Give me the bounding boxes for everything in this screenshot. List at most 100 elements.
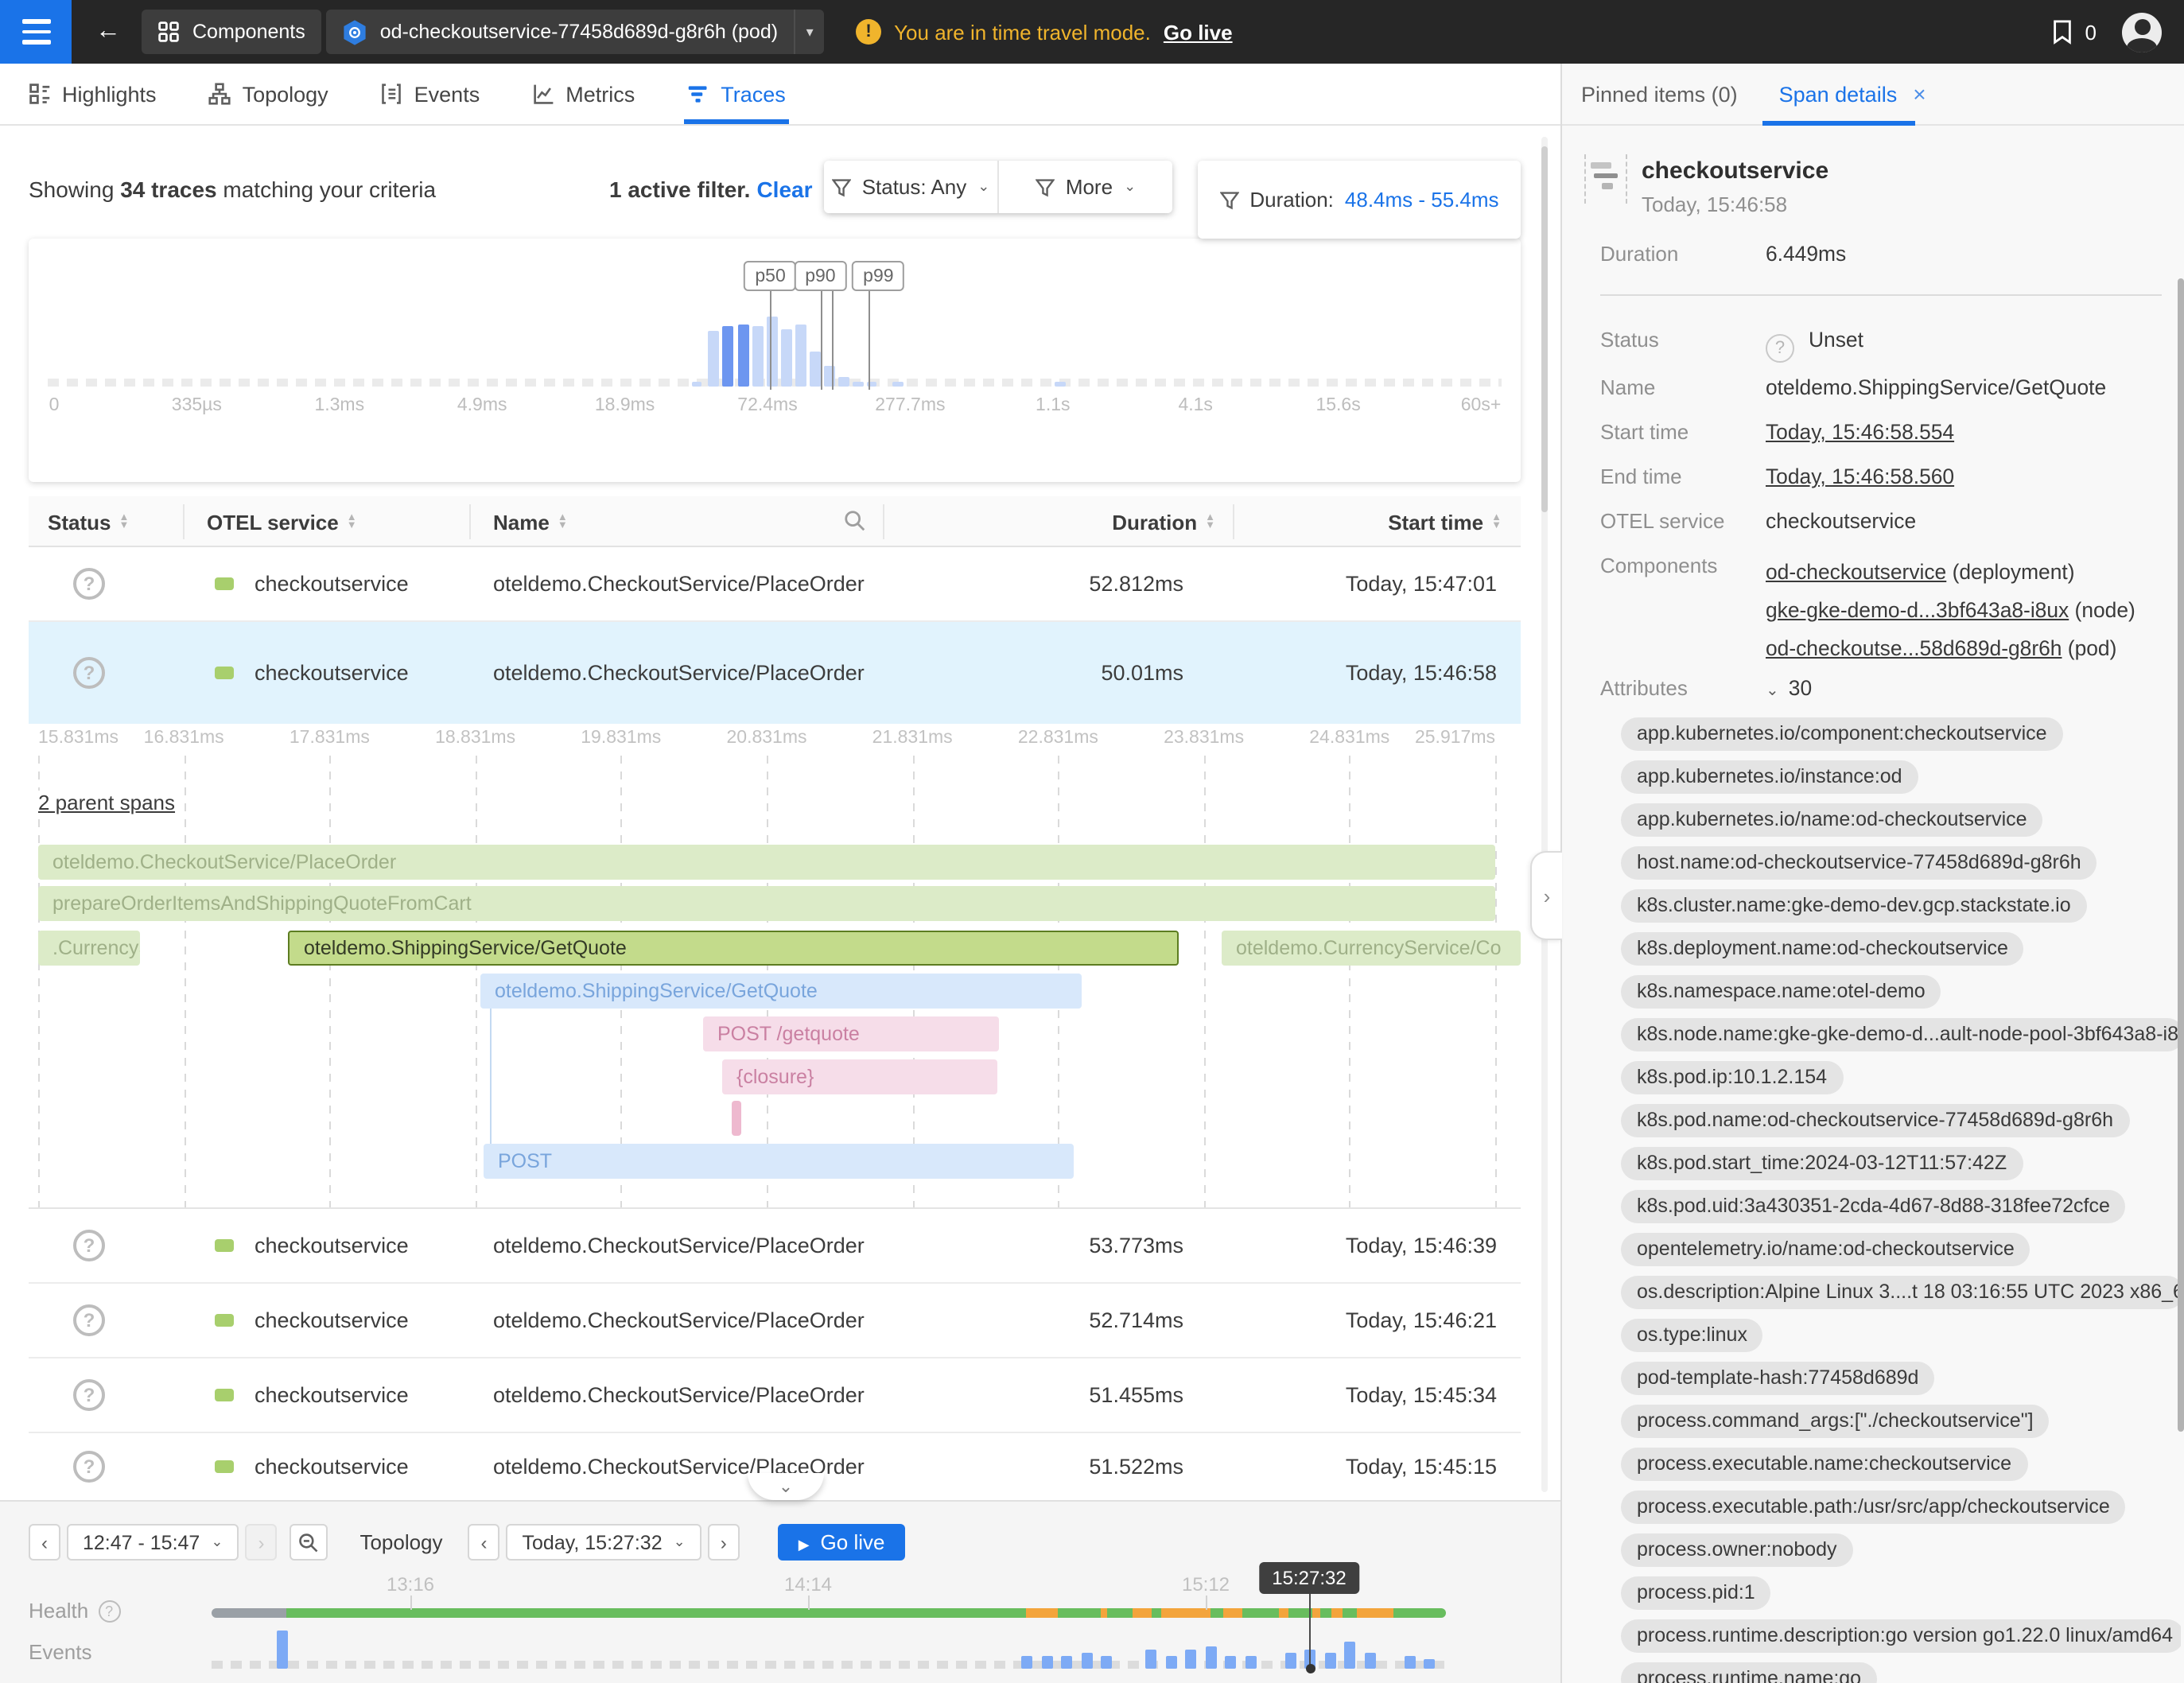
table-row[interactable]: checkoutservice oteldemo.CheckoutService… xyxy=(29,1358,1521,1433)
panel-scrollbar[interactable] xyxy=(2178,278,2184,1432)
tab-topology[interactable]: Topology xyxy=(209,64,328,124)
duration-filter[interactable]: Duration: 48.4ms - 55.4ms xyxy=(1198,161,1521,239)
event-bar[interactable] xyxy=(1042,1656,1053,1669)
event-bar[interactable] xyxy=(1101,1656,1112,1669)
histogram-bar[interactable] xyxy=(1055,382,1066,387)
waterfall-span[interactable]: oteldemo.ShippingService/GetQuote xyxy=(480,974,1082,1009)
histogram-bar[interactable] xyxy=(838,377,849,387)
table-row[interactable]: checkoutservice oteldemo.CheckoutService… xyxy=(29,1284,1521,1358)
parent-spans-link[interactable]: 2 parent spans xyxy=(38,791,185,814)
histogram-bar[interactable] xyxy=(723,326,733,387)
histogram-bar[interactable] xyxy=(781,329,791,387)
waterfall-span[interactable]: POST /getquote xyxy=(703,1016,999,1051)
waterfall-span[interactable]: POST xyxy=(484,1144,1074,1179)
sort-icon[interactable] xyxy=(119,514,129,530)
waterfall-span[interactable]: prepareOrderItemsAndShippingQuoteFromCar… xyxy=(38,886,1495,921)
tab-traces[interactable]: Traces xyxy=(687,64,786,124)
event-bar[interactable] xyxy=(1166,1656,1177,1669)
sort-icon[interactable] xyxy=(1491,514,1502,530)
histogram-bar[interactable] xyxy=(892,382,903,387)
tab-events[interactable]: Events xyxy=(381,64,480,124)
more-filters-dropdown[interactable]: More xyxy=(997,161,1172,213)
component-link-pod[interactable]: od-checkoutse...58d689d-g8r6h (pod) xyxy=(1766,636,2116,660)
waterfall-span[interactable]: oteldemo.CurrencyService/Co xyxy=(1222,931,1521,966)
table-row[interactable]: checkoutservice oteldemo.CheckoutService… xyxy=(29,1209,1521,1284)
close-icon[interactable] xyxy=(1913,81,1926,107)
histogram-bar[interactable] xyxy=(752,326,763,387)
event-bar[interactable] xyxy=(1424,1659,1435,1669)
main-scrollbar[interactable] xyxy=(1541,137,1548,1492)
histogram-bar[interactable] xyxy=(810,352,820,387)
entity-selector[interactable]: od-checkoutservice-77458d689d-g8r6h (pod… xyxy=(326,10,794,54)
datetime-select[interactable]: Today, 15:27:32 xyxy=(507,1524,701,1561)
current-time-marker[interactable] xyxy=(1309,1592,1311,1667)
event-bar[interactable] xyxy=(1082,1653,1093,1669)
event-bar[interactable] xyxy=(1405,1656,1416,1669)
tab-pinned-items[interactable]: Pinned items (0) xyxy=(1581,82,1738,106)
waterfall-span[interactable] xyxy=(732,1101,741,1136)
event-bar[interactable] xyxy=(1285,1653,1296,1669)
go-live-link[interactable]: Go live xyxy=(1164,20,1233,44)
tab-highlights[interactable]: Highlights xyxy=(29,64,157,124)
event-bar[interactable] xyxy=(1365,1653,1376,1669)
time-range-select[interactable]: 12:47 - 15:47 xyxy=(67,1524,239,1561)
event-bar[interactable] xyxy=(1246,1656,1257,1669)
sort-icon[interactable] xyxy=(558,514,568,530)
waterfall-span[interactable]: oteldemo.ShippingService/GetQuote xyxy=(288,931,1179,966)
event-bar[interactable] xyxy=(1145,1650,1156,1669)
histogram-bar[interactable] xyxy=(795,325,806,387)
event-bar[interactable] xyxy=(1185,1650,1196,1669)
entity-dropdown-caret-icon[interactable] xyxy=(794,10,824,54)
help-icon[interactable] xyxy=(98,1599,120,1622)
sort-icon[interactable] xyxy=(1205,514,1215,530)
event-bar[interactable] xyxy=(1225,1656,1236,1669)
status-filter-dropdown[interactable]: Status: Any xyxy=(824,161,997,213)
zoom-out-button[interactable] xyxy=(290,1524,328,1561)
user-avatar[interactable] xyxy=(2122,12,2162,52)
hamburger-menu-icon[interactable] xyxy=(0,0,72,64)
histogram-bar[interactable] xyxy=(767,317,777,387)
table-row-selected[interactable]: checkoutservice oteldemo.CheckoutService… xyxy=(29,622,1521,724)
search-icon[interactable] xyxy=(843,509,867,533)
column-header-otel-service[interactable]: OTEL service xyxy=(207,496,357,547)
histogram-bar[interactable] xyxy=(739,325,749,387)
event-bar[interactable] xyxy=(277,1631,288,1669)
tab-metrics[interactable]: Metrics xyxy=(532,64,635,124)
range-prev-button[interactable] xyxy=(29,1524,60,1561)
waterfall-span[interactable]: oteldemo.CheckoutService/PlaceOrder xyxy=(38,845,1495,880)
components-breadcrumb-button[interactable]: Components xyxy=(142,10,321,54)
waterfall-span[interactable]: {closure} xyxy=(722,1059,997,1094)
panel-expand-handle[interactable] xyxy=(1530,851,1562,940)
event-bar[interactable] xyxy=(1021,1656,1032,1669)
range-next-button[interactable] xyxy=(245,1524,277,1561)
column-header-start-time[interactable]: Start time xyxy=(1285,496,1502,547)
component-link-node[interactable]: gke-gke-demo-d...3bf643a8-i8ux (node) xyxy=(1766,598,2135,622)
time-step-back-button[interactable] xyxy=(468,1524,500,1561)
span-end-time-link[interactable]: Today, 15:46:58.560 xyxy=(1766,464,1954,488)
attributes-toggle[interactable]: 30 xyxy=(1766,676,1812,700)
health-timeline[interactable] xyxy=(212,1608,1446,1618)
event-bar[interactable] xyxy=(1061,1656,1072,1669)
event-bar[interactable] xyxy=(1344,1642,1355,1669)
span-start-time-link[interactable]: Today, 15:46:58.554 xyxy=(1766,420,1954,444)
pinned-items-indicator[interactable]: 0 xyxy=(2050,18,2097,45)
column-header-duration[interactable]: Duration xyxy=(1015,496,1215,547)
event-bar[interactable] xyxy=(1206,1646,1217,1669)
clear-filters-link[interactable]: Clear xyxy=(756,177,812,202)
go-live-button[interactable]: Go live xyxy=(778,1524,906,1561)
column-header-status[interactable]: Status xyxy=(48,496,129,547)
column-header-name[interactable]: Name xyxy=(493,496,568,547)
event-bar[interactable] xyxy=(1325,1653,1336,1669)
tab-span-details[interactable]: Span details xyxy=(1779,82,1898,106)
component-link-deployment[interactable]: od-checkoutservice (deployment) xyxy=(1766,560,2075,584)
sort-icon[interactable] xyxy=(347,514,357,530)
table-row[interactable]: checkoutservice oteldemo.CheckoutService… xyxy=(29,547,1521,622)
histogram-bar[interactable] xyxy=(853,382,863,387)
histogram-bar[interactable] xyxy=(709,331,719,387)
back-arrow-icon[interactable] xyxy=(95,17,121,46)
time-step-forward-button[interactable] xyxy=(708,1524,740,1561)
waterfall-span[interactable]: .CurrencyServ... xyxy=(38,931,140,966)
histogram-bar[interactable] xyxy=(691,382,701,387)
duration-histogram[interactable]: p50 p90 p99 0 335µs 1.3ms 4.9ms 18.9ms 7… xyxy=(29,239,1521,482)
events-timeline[interactable] xyxy=(212,1619,1446,1669)
